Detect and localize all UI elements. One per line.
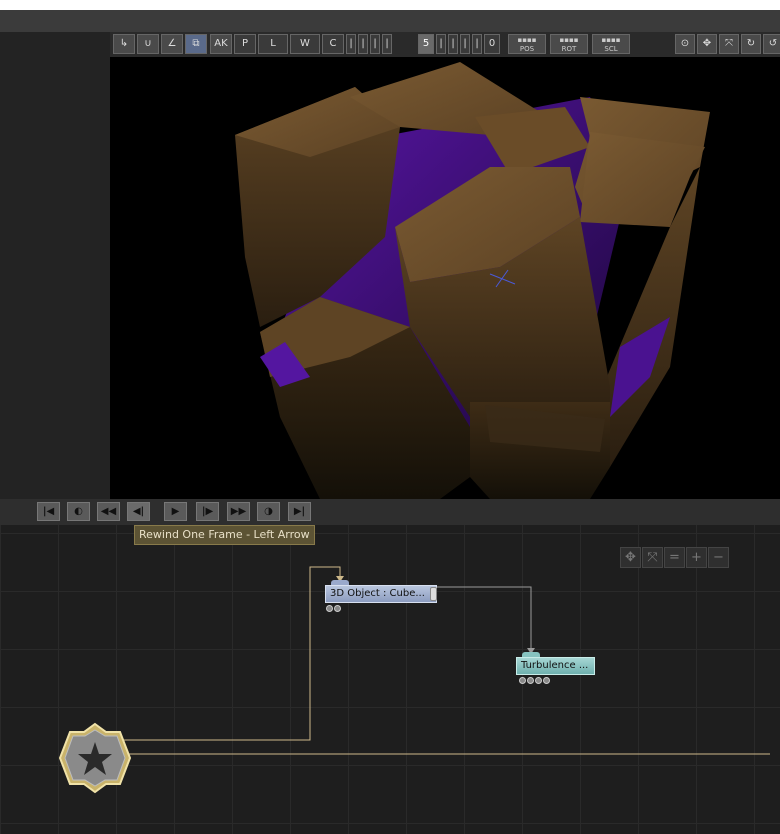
object-port-1[interactable] [326,605,333,612]
scene-root-node[interactable] [58,722,132,794]
object-node-output[interactable] [430,587,437,601]
object-port-2[interactable] [334,605,341,612]
turbulence-port-4[interactable] [543,677,550,684]
node-wires [120,566,770,755]
turbulence-port-1[interactable] [519,677,526,684]
turbulence-port-2[interactable] [527,677,534,684]
turbulence-node[interactable]: Turbulence ... [516,657,595,675]
turbulence-port-3[interactable] [535,677,542,684]
3d-object-node[interactable]: 3D Object : Cube... [325,585,437,603]
